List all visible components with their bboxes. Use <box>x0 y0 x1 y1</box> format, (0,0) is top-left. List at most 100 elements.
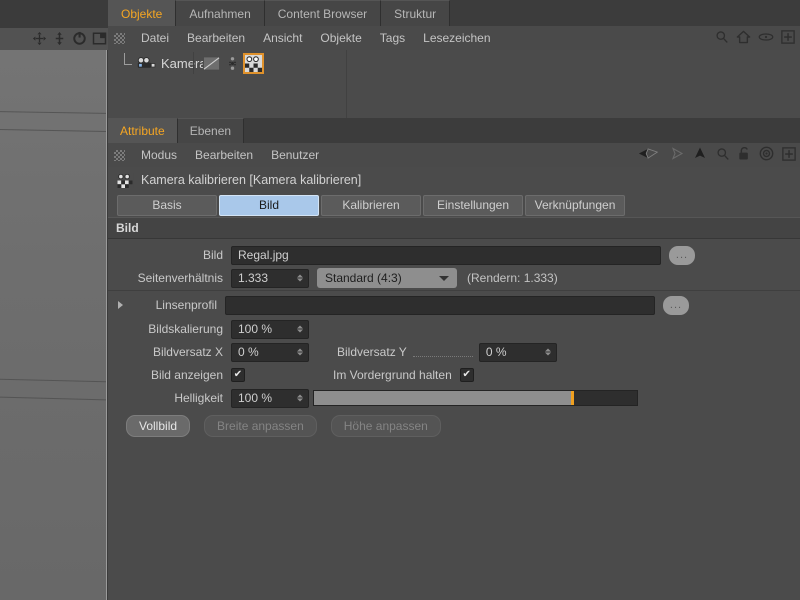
tab-label: Einstellungen <box>437 198 509 212</box>
camera-calibrator-tag[interactable] <box>245 55 262 72</box>
object-manager-menubar: Datei Bearbeiten Ansicht Objekte Tags Le… <box>108 26 800 51</box>
menu-ansicht[interactable]: Ansicht <box>254 26 311 50</box>
label-bildversatz-y: Bildversatz Y <box>337 345 407 359</box>
attribute-manager: Attribute Ebenen Modus Bearbeiten Benutz… <box>108 118 800 600</box>
helligkeit-input[interactable]: 100 % <box>231 389 309 408</box>
linsenprofil-browse-button[interactable]: ... <box>663 296 689 315</box>
label-linsenprofil: Linsenprofil <box>129 298 217 312</box>
tab-label: Basis <box>152 198 181 212</box>
tab-kalibrieren[interactable]: Kalibrieren <box>321 195 421 216</box>
aspect-preset-value: Standard (4:3) <box>325 271 439 285</box>
menu-tags[interactable]: Tags <box>371 26 414 50</box>
up-arrow-icon[interactable] <box>692 146 708 164</box>
viewport-area <box>0 0 110 600</box>
row-helligkeit: Helligkeit 100 % <box>108 386 800 410</box>
tab-label: Struktur <box>394 7 436 21</box>
row-linsenprofil: Linsenprofil ... <box>108 293 800 317</box>
tab-label: Kalibrieren <box>342 198 399 212</box>
hoehe-anpassen-button[interactable]: Höhe anpassen <box>331 415 441 437</box>
tab-verknuepfungen[interactable]: Verknüpfungen <box>525 195 625 216</box>
aspect-preset-dropdown[interactable]: Standard (4:3) <box>317 268 457 288</box>
row-seitenverhaeltnis: Seitenverhältnis 1.333 Standard (4:3) (R… <box>108 266 800 290</box>
slider-handle[interactable] <box>571 391 574 405</box>
linsenprofil-input[interactable] <box>225 296 655 315</box>
tab-basis[interactable]: Basis <box>117 195 217 216</box>
table-row[interactable]: Kamera <box>108 52 800 74</box>
menu-modus[interactable]: Modus <box>132 143 186 167</box>
bildskalierung-input[interactable]: 100 % <box>231 320 309 339</box>
bildversatz-y-value: 0 % <box>486 345 507 359</box>
search-icon[interactable] <box>716 147 730 164</box>
tag-area <box>193 52 363 74</box>
rotate-icon[interactable] <box>71 30 88 47</box>
display-tag[interactable] <box>203 55 220 72</box>
tab-einstellungen[interactable]: Einstellungen <box>423 195 523 216</box>
home-icon[interactable] <box>736 30 751 47</box>
helligkeit-value: 100 % <box>238 391 272 405</box>
tab-label: Aufnahmen <box>189 7 250 21</box>
tab-attribute[interactable]: Attribute <box>108 118 178 143</box>
stepper-arrows[interactable] <box>545 349 551 356</box>
label-bildskalierung: Bildskalierung <box>108 322 223 336</box>
protection-tag[interactable] <box>224 55 241 72</box>
menu-bearbeiten[interactable]: Bearbeiten <box>186 143 262 167</box>
plus-box-icon[interactable] <box>782 147 796 164</box>
menu-datei[interactable]: Datei <box>132 26 178 50</box>
search-icon[interactable] <box>715 30 729 47</box>
tree-elbow-icon <box>122 56 136 70</box>
bild-anzeigen-checkbox[interactable]: ✔ <box>231 368 245 382</box>
menu-bearbeiten[interactable]: Bearbeiten <box>178 26 254 50</box>
bild-file-input[interactable]: Regal.jpg <box>231 246 661 265</box>
tab-label: Objekte <box>121 7 162 21</box>
tab-bild[interactable]: Bild <box>219 195 319 216</box>
stepper-arrows[interactable] <box>297 275 303 282</box>
property-tabs: Basis Bild Kalibrieren Einstellungen Ver… <box>108 193 800 217</box>
forward-arrow-icon[interactable] <box>668 146 684 164</box>
vollbild-button[interactable]: Vollbild <box>126 415 190 437</box>
panel-grip[interactable] <box>114 150 125 161</box>
bildversatz-x-input[interactable]: 0 % <box>231 343 309 362</box>
breite-anpassen-button[interactable]: Breite anpassen <box>204 415 317 437</box>
bildversatz-y-input[interactable]: 0 % <box>479 343 557 362</box>
label-bildversatz-x: Bildversatz X <box>108 345 223 359</box>
stepper-arrows[interactable] <box>297 326 303 333</box>
right-dock: Objekte Aufnahmen Content Browser Strukt… <box>108 0 800 600</box>
tab-ebenen[interactable]: Ebenen <box>178 118 244 143</box>
eye-icon[interactable] <box>758 31 774 46</box>
bildskalierung-value: 100 % <box>238 322 272 336</box>
target-icon[interactable] <box>759 146 774 164</box>
row-bildskalierung: Bildskalierung 100 % <box>108 317 800 341</box>
scale-icon[interactable] <box>51 30 68 47</box>
viewport-canvas[interactable] <box>0 50 107 600</box>
menu-lesezeichen[interactable]: Lesezeichen <box>414 26 499 50</box>
move-icon[interactable] <box>31 30 48 47</box>
object-manager-toolbar-right <box>715 26 795 50</box>
menu-benutzer[interactable]: Benutzer <box>262 143 328 167</box>
app-window: Objekte Aufnahmen Content Browser Strukt… <box>0 0 800 600</box>
seitenverhaeltnis-input[interactable]: 1.333 <box>231 269 309 288</box>
tab-objekte[interactable]: Objekte <box>108 0 176 26</box>
seitenverhaeltnis-value: 1.333 <box>238 271 268 285</box>
plus-box-icon[interactable] <box>781 30 795 47</box>
expand-triangle-icon[interactable] <box>118 301 123 309</box>
tab-struktur[interactable]: Struktur <box>381 0 450 26</box>
tab-content-browser[interactable]: Content Browser <box>265 0 381 26</box>
back-arrow-icon[interactable] <box>638 146 660 164</box>
row-bildversatz: Bildversatz X 0 % Bildversatz Y 0 % <box>108 340 800 364</box>
im-vordergrund-halten-checkbox[interactable]: ✔ <box>460 368 474 382</box>
lock-icon[interactable] <box>738 146 751 164</box>
object-manager: Objekte Aufnahmen Content Browser Strukt… <box>108 0 800 118</box>
stepper-arrows[interactable] <box>297 349 303 356</box>
dotted-leader <box>413 347 473 357</box>
attribute-manager-tabbar: Attribute Ebenen <box>108 118 800 144</box>
section-label: Bild <box>108 221 139 235</box>
helligkeit-slider[interactable] <box>313 390 638 406</box>
stepper-arrows[interactable] <box>297 395 303 402</box>
bild-browse-button[interactable]: ... <box>669 246 695 265</box>
tab-aufnahmen[interactable]: Aufnahmen <box>176 0 264 26</box>
menu-objekte[interactable]: Objekte <box>311 26 370 50</box>
object-manager-tabbar: Objekte Aufnahmen Content Browser Strukt… <box>108 0 800 27</box>
layout-icon[interactable] <box>91 30 108 47</box>
panel-grip[interactable] <box>114 33 125 44</box>
label-bild-anzeigen: Bild anzeigen <box>108 368 223 382</box>
